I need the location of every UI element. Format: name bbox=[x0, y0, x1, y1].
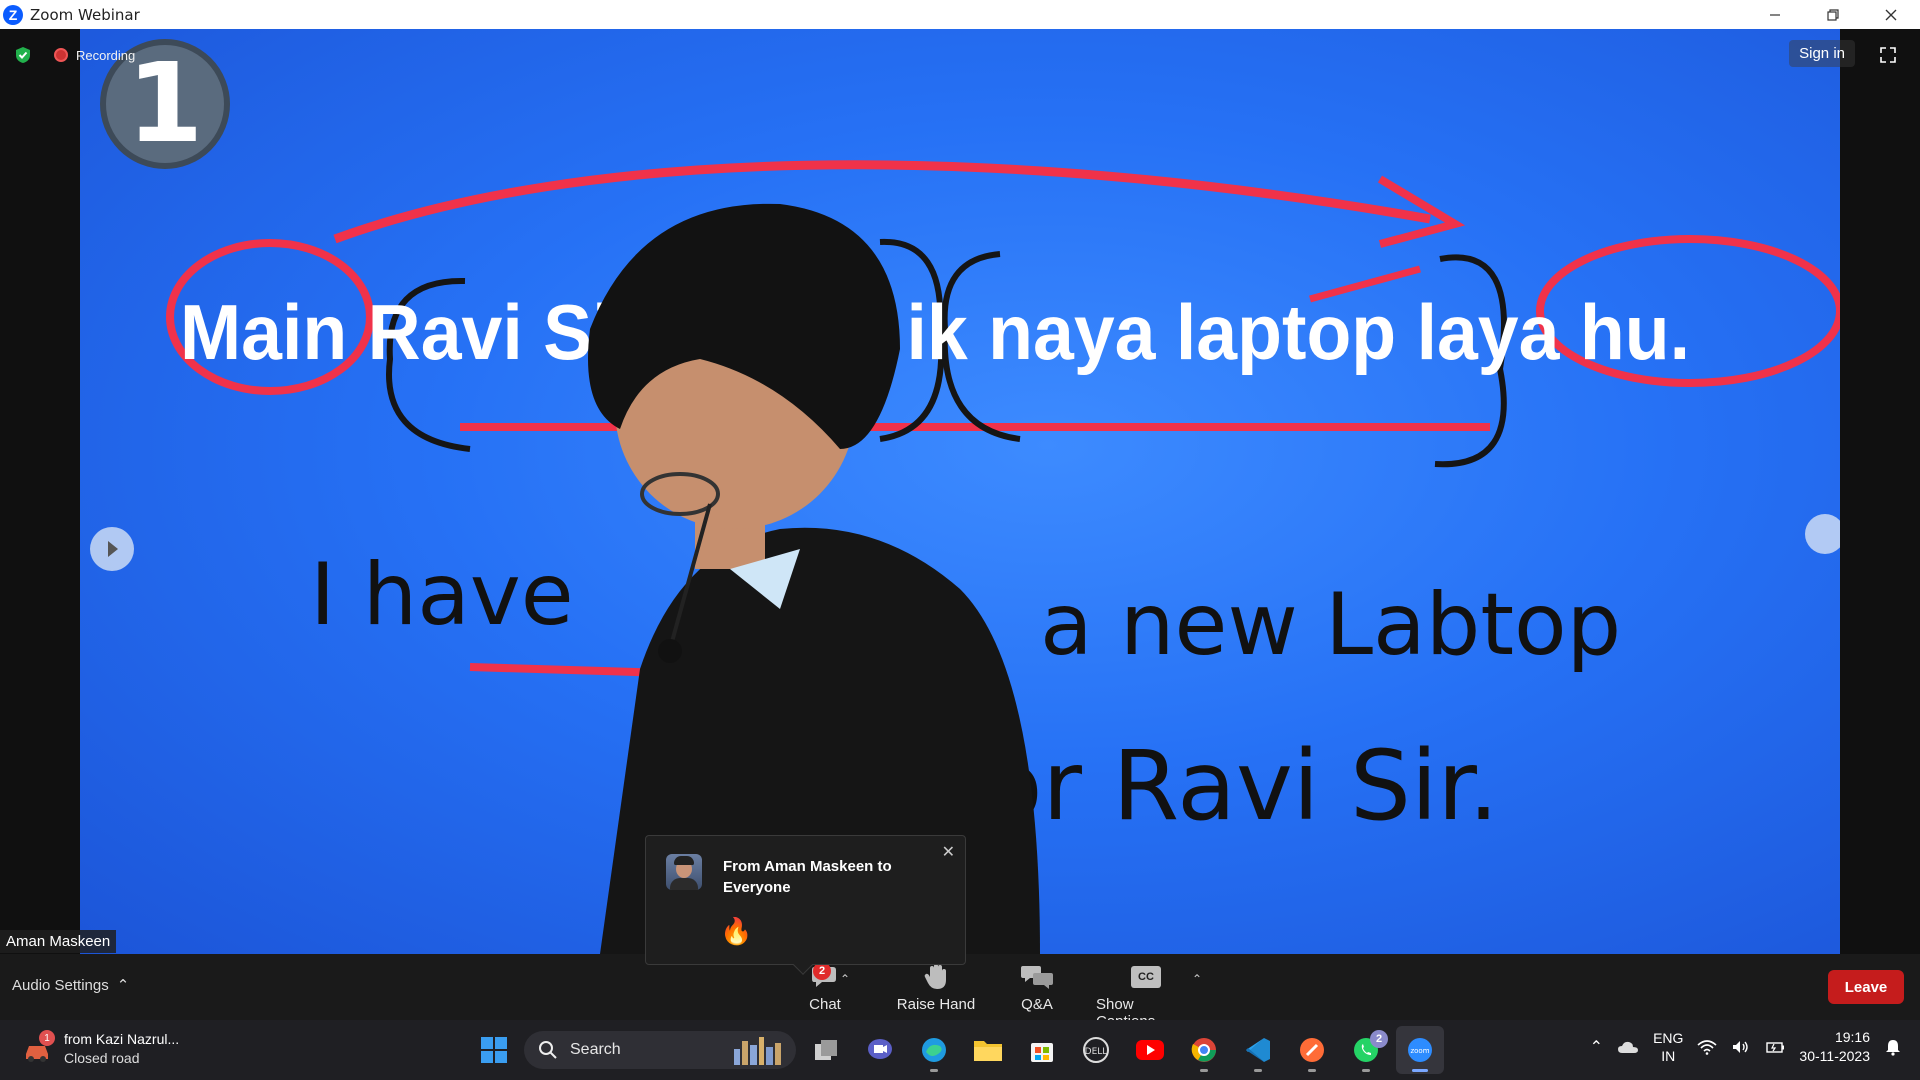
whatsapp-badge: 2 bbox=[1370, 1030, 1388, 1048]
cc-icon: CC bbox=[1131, 966, 1161, 988]
chat-notification[interactable]: From Aman Maskeen to Everyone ✕ 🔥 bbox=[645, 835, 966, 975]
notification-line-2: Closed road bbox=[64, 1050, 140, 1066]
close-icon bbox=[1885, 9, 1897, 20]
svg-text:DELL: DELL bbox=[1085, 1047, 1108, 1057]
zoom-logo-icon: Z bbox=[3, 4, 23, 25]
chevron-up-icon[interactable]: ⌃ bbox=[1192, 972, 1202, 986]
clock-date: 30-11-2023 bbox=[1799, 1048, 1870, 1064]
restore-icon bbox=[1827, 8, 1839, 21]
expand-icon bbox=[1880, 47, 1896, 63]
dell-icon[interactable]: DELL bbox=[1072, 1026, 1120, 1074]
language-line-1: ENG bbox=[1653, 1030, 1684, 1046]
windows-icon bbox=[481, 1037, 507, 1063]
car-icon: 1 bbox=[22, 1030, 55, 1064]
store-icon[interactable] bbox=[1018, 1026, 1066, 1074]
avatar bbox=[666, 854, 702, 890]
title-bar: Z Zoom Webinar bbox=[0, 0, 1920, 29]
task-view-icon[interactable] bbox=[802, 1026, 850, 1074]
red-arrow-top bbox=[333, 160, 1431, 244]
meet-icon[interactable] bbox=[856, 1026, 904, 1074]
audio-settings-label: Audio Settings bbox=[12, 976, 109, 994]
onedrive-icon[interactable] bbox=[1617, 1040, 1639, 1054]
language-line-2: IN bbox=[1661, 1048, 1676, 1064]
file-explorer-icon[interactable] bbox=[964, 1026, 1012, 1074]
start-button[interactable] bbox=[470, 1026, 518, 1074]
number-badge-text: 1 bbox=[127, 39, 204, 167]
chrome-icon[interactable] bbox=[1180, 1026, 1228, 1074]
fullscreen-button[interactable] bbox=[1874, 41, 1902, 69]
close-icon[interactable]: ✕ bbox=[942, 842, 955, 862]
system-tray: ⌃ ENG IN 19:16 30-11-2023 bbox=[1590, 1028, 1902, 1066]
notification-bell-icon[interactable] bbox=[1884, 1038, 1902, 1056]
window-controls bbox=[1746, 0, 1920, 29]
edge-icon[interactable] bbox=[910, 1026, 958, 1074]
security-shield-icon[interactable] bbox=[14, 46, 32, 64]
close-window-button[interactable] bbox=[1862, 0, 1920, 29]
search-label: Search bbox=[570, 1041, 621, 1058]
chevron-up-icon[interactable]: ⌃ bbox=[1590, 1037, 1603, 1057]
minimize-button[interactable] bbox=[1746, 0, 1804, 29]
shared-video: 1 Main Ravi Sir ke liye ik naya laptop l… bbox=[80, 29, 1840, 954]
vscode-icon[interactable] bbox=[1234, 1026, 1282, 1074]
audio-settings-button[interactable]: Audio Settings ⌃ bbox=[12, 976, 130, 995]
next-slide-button[interactable] bbox=[1805, 514, 1840, 554]
chat-notification-message: 🔥 bbox=[720, 916, 753, 946]
taskbar-apps: Search DELL 2 zoom bbox=[470, 1026, 1444, 1074]
minimize-icon bbox=[1770, 13, 1780, 16]
wifi-icon[interactable] bbox=[1697, 1039, 1717, 1055]
raise-hand-label: Raise Hand bbox=[896, 996, 976, 1013]
handwritten-line-1: I have bbox=[310, 545, 574, 645]
zoom-icon[interactable]: zoom bbox=[1396, 1026, 1444, 1074]
windows-taskbar: 1 from Kazi Nazrul... Closed road Search… bbox=[0, 1020, 1920, 1080]
recording-label: Recording bbox=[76, 47, 136, 63]
printed-sentence: Main Ravi Sir ke liye ik naya laptop lay… bbox=[180, 288, 1690, 376]
leave-button[interactable]: Leave bbox=[1828, 970, 1904, 1004]
youtube-icon[interactable] bbox=[1126, 1026, 1174, 1074]
chevron-up-icon[interactable]: ⌃ bbox=[840, 972, 850, 986]
notification-line-1: from Kazi Nazrul... bbox=[64, 1031, 180, 1047]
search-icon bbox=[539, 1041, 557, 1059]
battery-icon[interactable] bbox=[1765, 1039, 1785, 1055]
recording-icon bbox=[54, 48, 68, 62]
notification-badge: 1 bbox=[39, 1030, 55, 1046]
meeting-area: 1 Main Ravi Sir ke liye ik naya laptop l… bbox=[0, 29, 1920, 975]
meeting-status-bar: Recording bbox=[0, 29, 135, 81]
city-skyline-icon bbox=[734, 1037, 781, 1065]
sign-in-button[interactable]: Sign in bbox=[1789, 40, 1855, 67]
qa-label: Q&A bbox=[1021, 996, 1053, 1013]
system-clock[interactable]: 19:16 30-11-2023 bbox=[1799, 1028, 1870, 1066]
restore-button[interactable] bbox=[1804, 0, 1862, 29]
chevron-up-icon: ⌃ bbox=[116, 977, 130, 994]
chat-notification-title: From Aman Maskeen to Everyone bbox=[723, 858, 892, 896]
chat-label: Chat bbox=[809, 996, 841, 1013]
svg-text:zoom: zoom bbox=[1410, 1047, 1429, 1055]
traffic-notification[interactable]: 1 from Kazi Nazrul... Closed road bbox=[22, 1030, 179, 1068]
taskbar-search[interactable]: Search bbox=[524, 1031, 796, 1069]
postman-icon[interactable] bbox=[1288, 1026, 1336, 1074]
whatsapp-icon[interactable]: 2 bbox=[1342, 1026, 1390, 1074]
qa-icon bbox=[1021, 960, 1053, 994]
volume-icon[interactable] bbox=[1731, 1039, 1751, 1055]
handwritten-line-2: a new Labtop bbox=[1040, 575, 1621, 675]
speaker-name-label: Aman Maskeen bbox=[0, 930, 117, 953]
clock-time: 19:16 bbox=[1834, 1029, 1870, 1045]
window-title: Zoom Webinar bbox=[30, 5, 140, 24]
language-indicator[interactable]: ENG IN bbox=[1653, 1029, 1683, 1065]
whiteboard-drawing: 1 Main Ravi Sir ke liye ik naya laptop l… bbox=[90, 39, 1840, 954]
raise-hand-icon bbox=[924, 960, 948, 994]
